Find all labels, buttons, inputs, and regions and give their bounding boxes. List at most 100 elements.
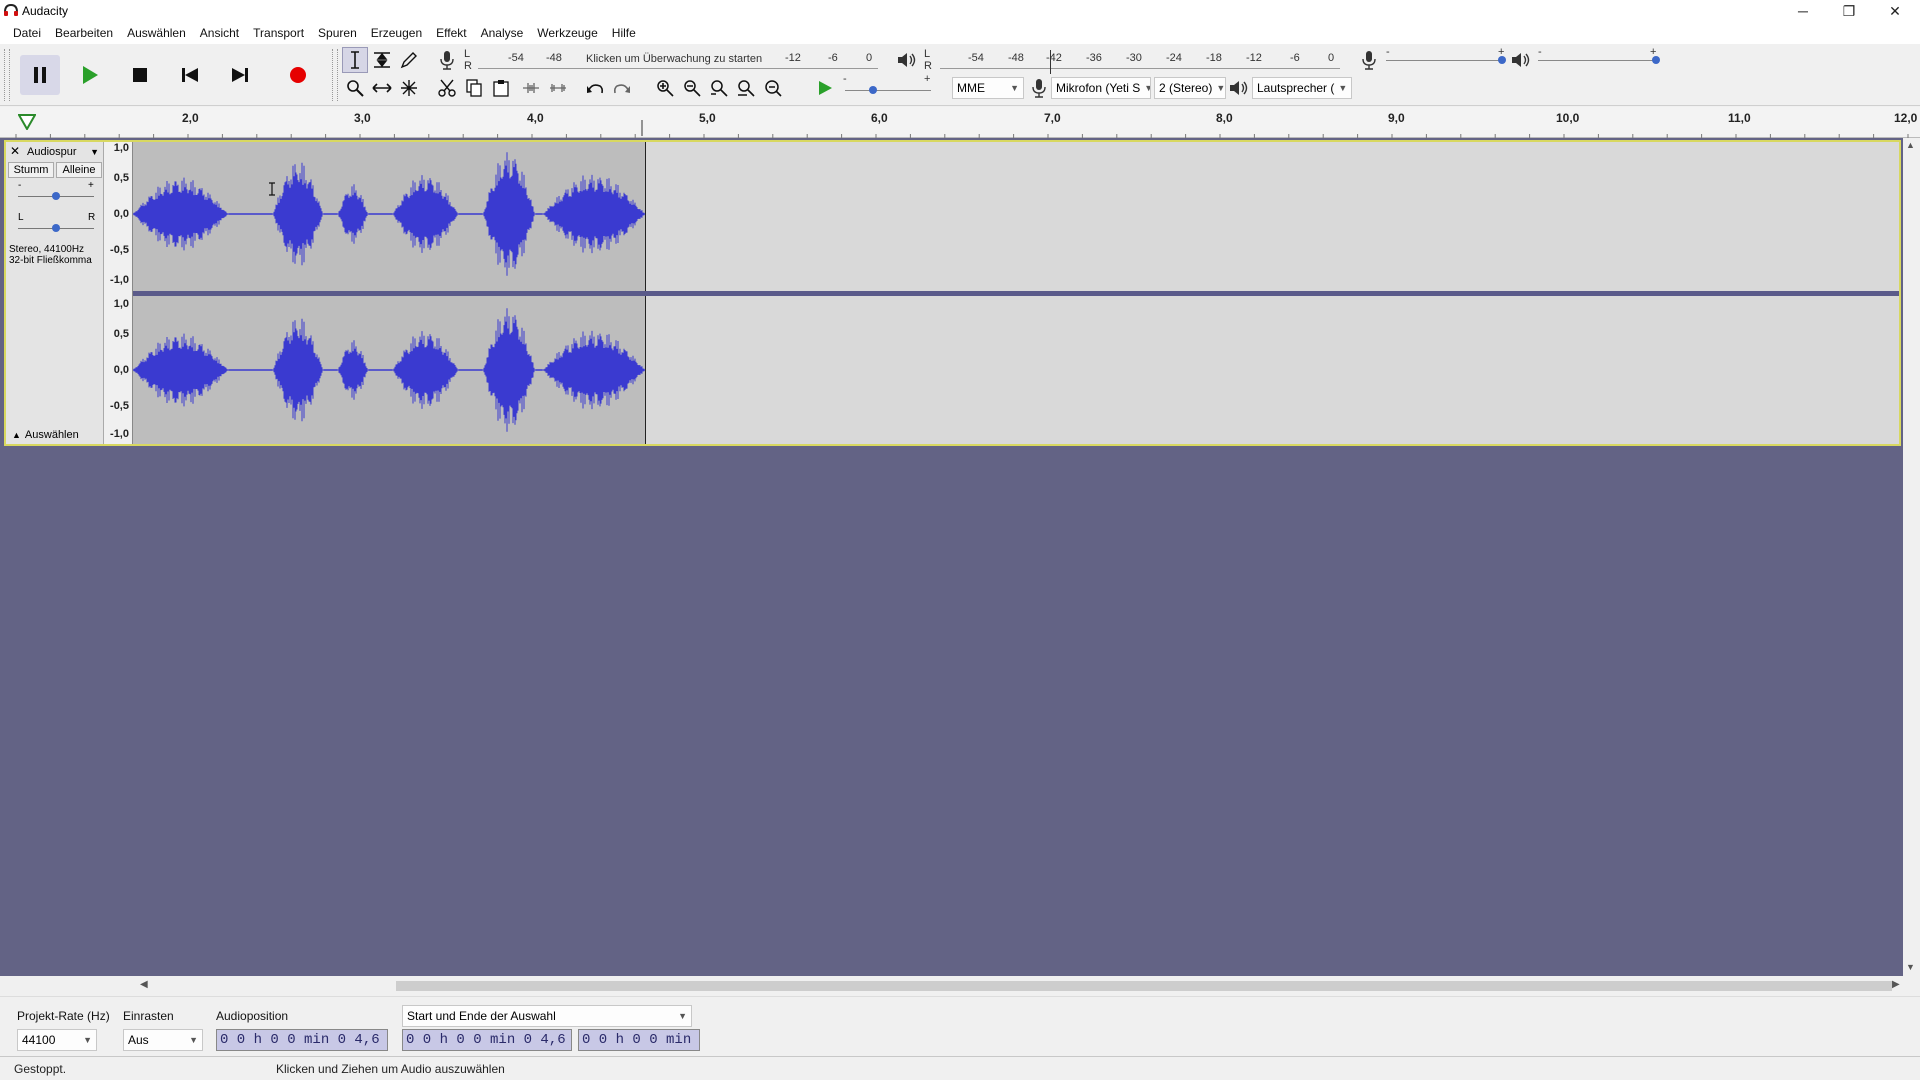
gain-slider-thumb[interactable] [52,192,60,200]
audio-track[interactable]: ✕ Audiospur ▼ Stumm Alleine - + L R Ster… [4,140,1901,446]
record-monitor-hint[interactable]: Klicken um Überwachung zu starten [586,53,762,65]
timeline-ruler[interactable]: 2,0 3,0 4,0 5,0 6,0 7,0 8,0 9,0 10,0 11,… [0,107,1920,140]
waveform-area[interactable] [133,142,1899,444]
vertical-scrollbar[interactable]: ▲ ▼ [1903,138,1920,976]
menu-ansicht[interactable]: Ansicht [193,26,246,40]
scroll-up-icon[interactable]: ▲ [1906,140,1915,150]
project-rate-select[interactable]: 44100 ▼ [17,1029,97,1051]
minimize-button[interactable]: ─ [1780,0,1826,22]
channels-select[interactable]: 2 (Stereo) ▼ [1154,77,1226,99]
menu-auswaehlen[interactable]: Auswählen [120,26,193,40]
ruler-ticks-minor [0,129,1920,140]
collapse-up-icon: ▲ [12,430,21,440]
menu-transport[interactable]: Transport [246,26,311,40]
cut-button[interactable] [434,75,460,101]
zoom-toggle-button[interactable] [760,75,786,101]
ruler-tick: 2,0 [182,111,199,125]
record-scale-12: -12 [785,52,801,64]
selection-tool[interactable] [342,47,368,73]
selection-mode-select[interactable]: Start und Ende der Auswahl ▼ [402,1005,692,1027]
audio-position-label: Audioposition [216,1009,289,1023]
zoom-out-button[interactable] [679,75,705,101]
paste-button[interactable] [488,75,514,101]
copy-button[interactable] [461,75,487,101]
ruler-tick: 4,0 [527,111,544,125]
trim-button[interactable] [518,75,544,101]
time-shift-tool[interactable] [369,75,395,101]
transport-toolbar-grip[interactable] [4,49,10,101]
scroll-down-icon[interactable]: ▼ [1906,962,1915,972]
menu-erzeugen[interactable]: Erzeugen [364,26,429,40]
scroll-right-icon[interactable]: ▶ [1892,979,1900,990]
tools-toolbar-grip[interactable] [332,49,338,101]
multi-tool[interactable] [396,75,422,101]
record-meter-bar[interactable] [478,68,878,69]
ruler-tick: 11,0 [1728,111,1751,125]
menu-hilfe[interactable]: Hilfe [605,26,643,40]
record-volume-thumb[interactable] [1498,56,1506,64]
mixer-record-button[interactable] [1356,47,1382,73]
close-track-icon[interactable]: ✕ [10,144,22,158]
microphone-icon [1362,50,1376,70]
record-button[interactable] [276,53,320,97]
track-menu-button[interactable]: Audiospur ▼ [26,144,102,159]
chevron-down-icon: ▼ [1010,83,1019,93]
host-select[interactable]: MME ▼ [952,77,1024,99]
zoom-tool[interactable] [342,75,368,101]
scroll-left-icon[interactable]: ◀ [140,979,148,990]
fit-selection-button[interactable] [706,75,732,101]
silence-audio-icon [549,81,567,95]
mute-button[interactable]: Stumm [8,162,54,178]
record-meter-button[interactable] [434,47,460,73]
speaker-icon [897,51,917,69]
audio-position-field[interactable]: 0 0 h 0 0 min 0 4,6 1 4 sec [216,1029,388,1051]
silence-button[interactable] [545,75,571,101]
menu-werkzeuge[interactable]: Werkzeuge [530,26,604,40]
speed-slider[interactable] [845,90,931,91]
horizontal-scrollbar[interactable]: ◀ ▶ [0,976,1920,996]
zoom-in-button[interactable] [652,75,678,101]
restore-button[interactable]: ❐ [1826,0,1872,22]
record-icon [278,55,318,95]
solo-button[interactable]: Alleine [56,162,102,178]
redo-button[interactable] [609,75,635,101]
menu-analyse[interactable]: Analyse [474,26,531,40]
menu-effekt[interactable]: Effekt [429,26,473,40]
horizontal-scroll-thumb[interactable] [396,981,1892,991]
output-device-select[interactable]: Lautsprecher (▼ [1252,77,1352,99]
zoom-fit-icon [737,79,755,97]
undo-button[interactable] [582,75,608,101]
status-state: Gestoppt. [14,1062,67,1076]
menu-datei[interactable]: Datei [6,26,48,40]
stop-button[interactable] [118,53,162,97]
record-volume-slider[interactable] [1386,60,1504,61]
selection-mode-value: Start und Ende der Auswahl [407,1009,556,1023]
speed-slider-thumb[interactable] [869,86,877,94]
playback-volume-thumb[interactable] [1652,56,1660,64]
playback-volume-slider[interactable] [1538,60,1656,61]
track-select-button[interactable]: ▲ Auswählen [8,428,102,442]
vertical-ruler[interactable]: 1,0 0,5 0,0 -0,5 -1,0 1,0 0,5 0,0 -0,5 -… [104,142,133,444]
track-area[interactable]: ✕ Audiospur ▼ Stumm Alleine - + L R Ster… [0,138,1903,976]
playhead-marker-icon[interactable] [641,119,647,140]
close-window-button[interactable]: ✕ [1872,0,1918,22]
play-button[interactable] [68,53,112,97]
draw-tool[interactable] [396,47,422,73]
envelope-tool[interactable] [369,47,395,73]
menu-spuren[interactable]: Spuren [311,26,364,40]
snap-select[interactable]: Aus ▼ [123,1029,203,1051]
pan-slider-thumb[interactable] [52,224,60,232]
pause-button[interactable] [18,53,62,97]
selection-end-field[interactable]: 0 0 h 0 0 min 0 4,6 1 [578,1029,700,1051]
play-at-speed-button[interactable] [812,75,838,101]
selection-start-field[interactable]: 0 0 h 0 0 min 0 4,6 1 4 sec [402,1029,572,1051]
skip-to-start-button[interactable] [168,53,212,97]
ruler-tick: 5,0 [699,111,716,125]
skip-to-end-button[interactable] [218,53,262,97]
input-device-select[interactable]: Mikrofon (Yeti S▼ [1051,77,1151,99]
menu-bearbeiten[interactable]: Bearbeiten [48,26,120,40]
mixer-playback-button[interactable] [1508,47,1534,73]
fit-project-button[interactable] [733,75,759,101]
playback-meter-button[interactable] [894,47,920,73]
playback-meter-bar[interactable] [940,68,1340,69]
